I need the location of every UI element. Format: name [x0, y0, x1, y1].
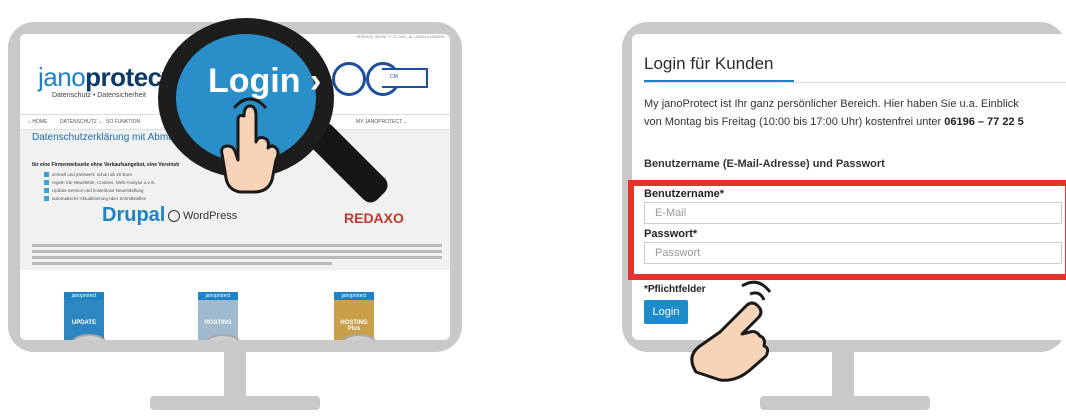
left-monitor-neck — [224, 352, 246, 398]
feature-item: schnell und preiswert: schon ab 20 Euro — [44, 172, 132, 178]
right-monitor-base — [760, 396, 930, 410]
text-line — [32, 244, 442, 247]
logo-bold-text: protect — [85, 62, 170, 92]
logo-light-text: jano — [38, 62, 86, 92]
text-line — [32, 250, 442, 253]
seal-label: CM — [390, 74, 398, 80]
page-title: Login für Kunden — [644, 54, 774, 73]
wordpress-icon — [168, 210, 180, 223]
drupal-logo: Drupal — [102, 204, 166, 226]
form-section-heading: Benutzername (E-Mail-Adresse) und Passwo… — [644, 158, 885, 170]
right-monitor-neck — [832, 352, 854, 398]
seal-ribbon: CM — [382, 68, 428, 88]
logo-tagline: Datenschutz • Datensicherheit — [52, 92, 146, 99]
product-box-hosting[interactable]: janoprotect HOSTING — [198, 292, 238, 340]
nav-item-home[interactable]: ⌂ HOME — [28, 119, 47, 125]
title-divider — [644, 82, 1066, 83]
text-line — [32, 262, 332, 265]
page-subtitle: für eine Firmenwebseite ohne Verkaufsang… — [32, 162, 180, 168]
redaxo-logo: REDAXO — [344, 210, 404, 226]
pointing-hand-icon — [220, 97, 280, 194]
certificate-seal-icon — [332, 62, 366, 96]
text-line — [32, 256, 442, 259]
highlight-box — [628, 180, 1066, 280]
wordpress-logo: WordPress — [168, 210, 237, 223]
nav-item-my-janoprotect[interactable]: MY JANOPROTECT ⌄ — [356, 119, 408, 125]
checkbox-icon — [44, 196, 49, 202]
nav-item-so-funktioniert[interactable]: SO FUNKTION — [106, 119, 140, 125]
pointing-hand-icon — [690, 280, 772, 382]
checkbox-icon — [44, 172, 49, 178]
checkbox-icon — [44, 180, 49, 186]
product-box-update[interactable]: janoprotect UPDATE — [64, 292, 104, 340]
intro-text-line-1: My janoProtect ist Ihr ganz persönlicher… — [644, 98, 1019, 110]
feature-item: automatische Aktualisierung über Schnitt… — [44, 196, 146, 202]
nav-item-datenschutz[interactable]: DATENSCHUTZ ⌄ — [60, 119, 102, 125]
left-monitor-base — [150, 396, 320, 410]
checkbox-icon — [44, 188, 49, 194]
product-box-hosting-plus[interactable]: janoprotect HOSTING Plus — [334, 292, 374, 340]
feature-item: Update-Service und kostenlose Neuerstell… — [44, 188, 144, 194]
phone-number: 06196 – 77 22 5 — [944, 116, 1024, 128]
feature-item: regeln Sie Newsletter, Cookies, Web-Anal… — [44, 180, 156, 186]
intro-text-line-2: von Montag bis Freitag (10:00 bis 17:00 … — [644, 116, 1024, 128]
